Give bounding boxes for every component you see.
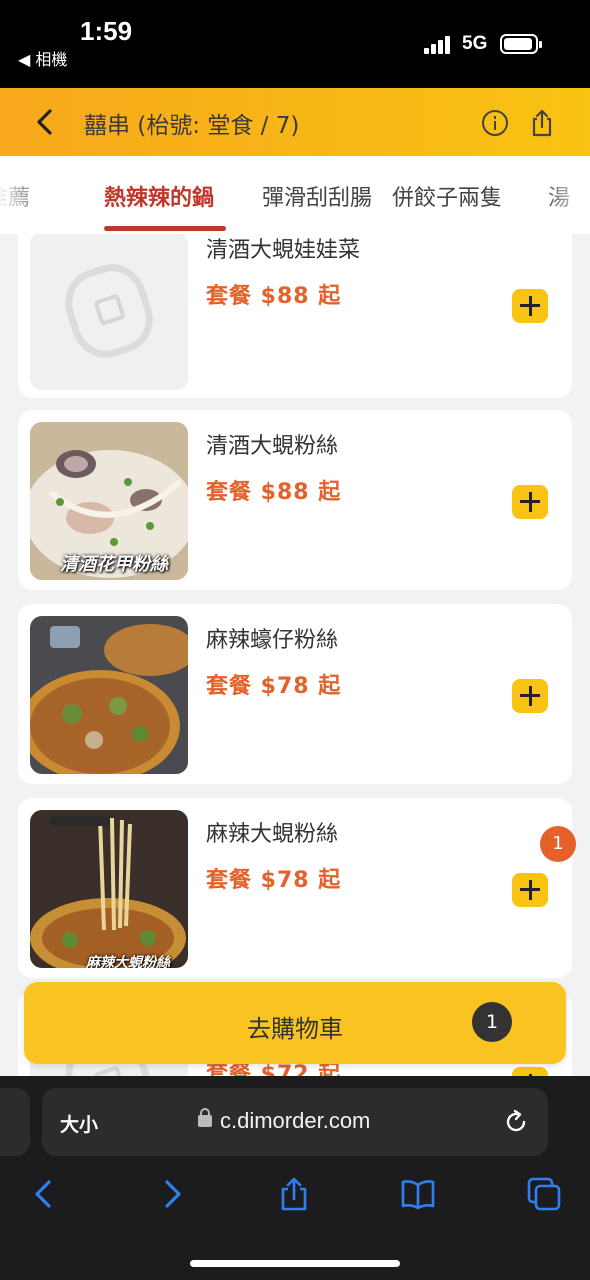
- network-label: 5G: [462, 33, 488, 54]
- reload-icon[interactable]: [502, 1108, 530, 1136]
- item-price: 套餐 $88 起: [206, 284, 342, 309]
- go-to-cart-button[interactable]: 去購物車 1: [24, 982, 566, 1064]
- add-item-button[interactable]: [512, 873, 548, 907]
- add-item-button[interactable]: [512, 289, 548, 323]
- bookmarks-icon[interactable]: [400, 1176, 436, 1212]
- cart-count-badge: 1: [472, 1002, 512, 1042]
- signal-icon: [424, 36, 452, 54]
- nav-forward-icon[interactable]: [154, 1176, 190, 1212]
- photo-caption: 清酒花甲粉絲: [60, 554, 168, 575]
- logo-placeholder-icon: [56, 255, 162, 367]
- menu-list[interactable]: 清酒大蜆娃娃菜 套餐 $88 起 清酒花甲粉絲 清酒大蜆粉絲 套餐 $88 起: [0, 234, 590, 1076]
- add-item-button[interactable]: [512, 1067, 548, 1076]
- item-name: 清酒大蜆粉絲: [206, 434, 339, 459]
- browser-toolbar: 大小 c.dimorder.com: [0, 1076, 590, 1280]
- add-item-button[interactable]: [512, 679, 548, 713]
- tab-dumplings[interactable]: 併餃子兩隻: [392, 180, 502, 212]
- menu-item-card[interactable]: 清酒大蜆娃娃菜 套餐 $88 起: [18, 234, 572, 398]
- page-title: 囍串 (枱號: 堂食 / 7): [84, 113, 300, 139]
- text-size-button[interactable]: 大小: [60, 1110, 98, 1137]
- nav-back-icon[interactable]: [26, 1176, 62, 1212]
- tab-spicy-pot[interactable]: 熱辣辣的鍋: [104, 180, 214, 212]
- battery-icon: [500, 34, 542, 54]
- status-time: 1:59: [80, 16, 133, 46]
- tabs-icon[interactable]: [526, 1176, 562, 1212]
- food-photo: 清酒花甲粉絲: [30, 422, 188, 580]
- food-photo: [30, 616, 188, 774]
- lock-icon: [198, 1108, 212, 1127]
- item-quantity-badge: 1: [540, 826, 576, 862]
- placeholder-image: [30, 234, 188, 390]
- photo-caption: 麻辣大蜆粉絲: [86, 955, 170, 968]
- menu-item-card[interactable]: 清酒花甲粉絲 清酒大蜆粉絲 套餐 $88 起: [18, 410, 572, 590]
- share-icon[interactable]: [528, 108, 556, 138]
- tab-intestine-rolls[interactable]: 彈滑刮刮腸: [262, 180, 372, 212]
- item-name: 清酒大蜆娃娃菜: [206, 238, 361, 263]
- back-to-app-link[interactable]: ◀ 相機: [18, 46, 67, 70]
- item-price: 套餐 $78 起: [206, 674, 342, 699]
- active-tab-indicator: [104, 226, 226, 231]
- home-indicator: [190, 1260, 400, 1267]
- status-bar: 1:59 ◀ 相機 5G: [0, 0, 590, 88]
- share-sheet-icon[interactable]: [276, 1176, 312, 1212]
- menu-item-card[interactable]: 麻辣蠔仔粉絲 套餐 $78 起: [18, 604, 572, 784]
- add-item-button[interactable]: [512, 485, 548, 519]
- item-name: 麻辣大蜆粉絲: [206, 822, 339, 847]
- url-text[interactable]: c.dimorder.com: [220, 1108, 370, 1134]
- previous-tab-stub[interactable]: [0, 1088, 30, 1156]
- item-name: 麻辣蠔仔粉絲: [206, 628, 339, 653]
- back-chevron-icon[interactable]: [30, 106, 62, 138]
- address-bar[interactable]: 大小 c.dimorder.com: [42, 1088, 548, 1156]
- food-photo: 麻辣大蜆粉絲: [30, 810, 188, 968]
- menu-item-card[interactable]: 麻辣大蜆粉絲 麻辣大蜆粉絲 套餐 $78 起: [18, 798, 572, 978]
- info-icon[interactable]: [482, 110, 508, 136]
- item-price: 套餐 $88 起: [206, 480, 342, 505]
- item-price: 套餐 $78 起: [206, 868, 342, 893]
- category-tabs: 推薦 熱辣辣的鍋 彈滑刮刮腸 併餃子兩隻 湯: [0, 156, 590, 234]
- app-header: 囍串 (枱號: 堂食 / 7): [0, 88, 590, 156]
